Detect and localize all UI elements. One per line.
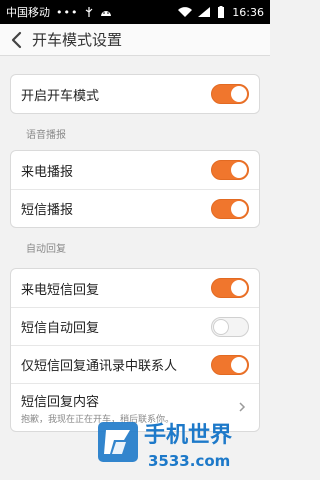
row-label: 短信播报 [21,203,74,218]
call-sms-reply-row[interactable]: 来电短信回复 [11,269,259,307]
page-title: 开车模式设置 [32,31,123,49]
sms-auto-reply-row[interactable]: 短信自动回复 [11,307,259,345]
watermark-domain: 3533.com [148,452,230,470]
contacts-only-reply-toggle[interactable] [211,354,249,375]
enable-card: 开启开车模式 [10,74,260,114]
row-label: 仅短信回复通讯录中联系人 [21,359,178,374]
carrier-name: 中国移动 [6,6,50,19]
toggle-knob [213,318,229,335]
row-label: 开启开车模式 [21,88,100,104]
contacts-only-reply-row[interactable]: 仅短信回复通讯录中联系人 [11,345,259,383]
android-icon [101,11,112,16]
toggle-knob [231,162,247,178]
toggle-knob [231,86,247,102]
reply-content-row[interactable]: 短信回复内容 抱歉，我现在正在开车，稍后联系你。 [11,383,259,431]
usb-icon [86,7,93,17]
toggle-knob [231,280,247,296]
incoming-call-announce-row[interactable]: 来电播报 [11,151,259,189]
sms-announce-row[interactable]: 短信播报 [11,189,259,227]
voice-section-header: 语音播报 [26,130,66,141]
clock: 16:36 [232,5,264,19]
back-arrow-icon[interactable] [6,29,28,51]
sms-auto-reply-toggle[interactable] [211,316,249,337]
row-label: 短信回复内容 [21,394,100,410]
auto-reply-section-header: 自动回复 [26,244,66,255]
enable-driving-mode-toggle[interactable] [211,84,249,104]
row-label: 来电播报 [21,164,74,180]
call-sms-reply-toggle[interactable] [211,278,249,298]
battery-icon [218,6,225,18]
sms-announce-toggle[interactable] [211,198,249,219]
voice-card: 来电播报 短信播报 [10,150,260,228]
chevron-right-icon [239,402,246,412]
toggle-knob [231,356,247,373]
auto-reply-card: 来电短信回复 短信自动回复 仅短信回复通讯录中联系人 短信回复内容 抱歉，我现在… [10,268,260,432]
notification-dots: ••• [56,5,79,19]
toggle-knob [231,200,247,217]
incoming-call-announce-toggle[interactable] [211,160,249,180]
title-bar: 开车模式设置 [0,24,270,56]
status-bar: 中国移动 ••• 16:36 [0,0,270,24]
signal-icon [198,7,211,17]
reply-content-value: 抱歉，我现在正在开车，稍后联系你。 [21,414,175,425]
enable-driving-mode-row[interactable]: 开启开车模式 [11,75,259,113]
row-label: 短信自动回复 [21,321,100,336]
wifi-icon [178,7,193,17]
row-label: 来电短信回复 [21,282,100,298]
